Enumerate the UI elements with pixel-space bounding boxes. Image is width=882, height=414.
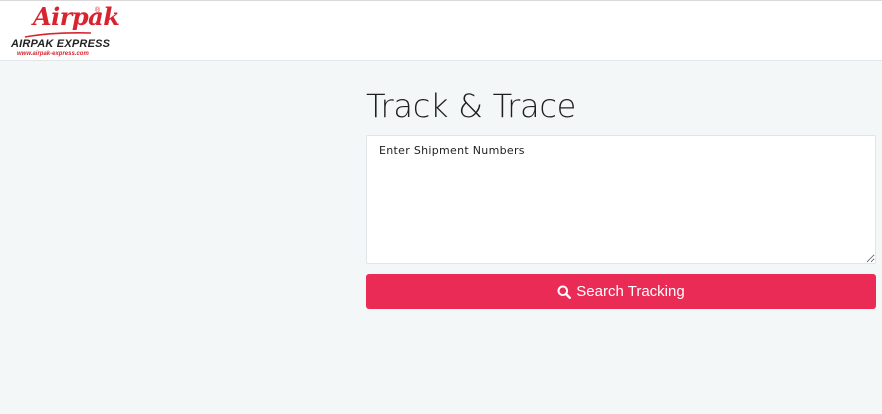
airpak-logo[interactable]: Airpak ® AIRPAK EXPRESS www.airpak-expre… [9, 2, 120, 59]
search-icon [557, 285, 572, 299]
search-tracking-label: Search Tracking [576, 283, 685, 300]
page-title: Track & Trace [366, 87, 577, 125]
site-header: Airpak ® AIRPAK EXPRESS www.airpak-expre… [0, 0, 882, 61]
search-tracking-button[interactable]: Search Tracking [366, 274, 876, 309]
logo-script-text: Airpak [33, 2, 120, 31]
logo-registered-mark: ® [95, 7, 101, 14]
logo-website: www.airpak-express.com [17, 51, 89, 57]
logo-company-name: AIRPAK EXPRESS [11, 38, 111, 50]
shipment-numbers-input[interactable] [366, 135, 876, 264]
